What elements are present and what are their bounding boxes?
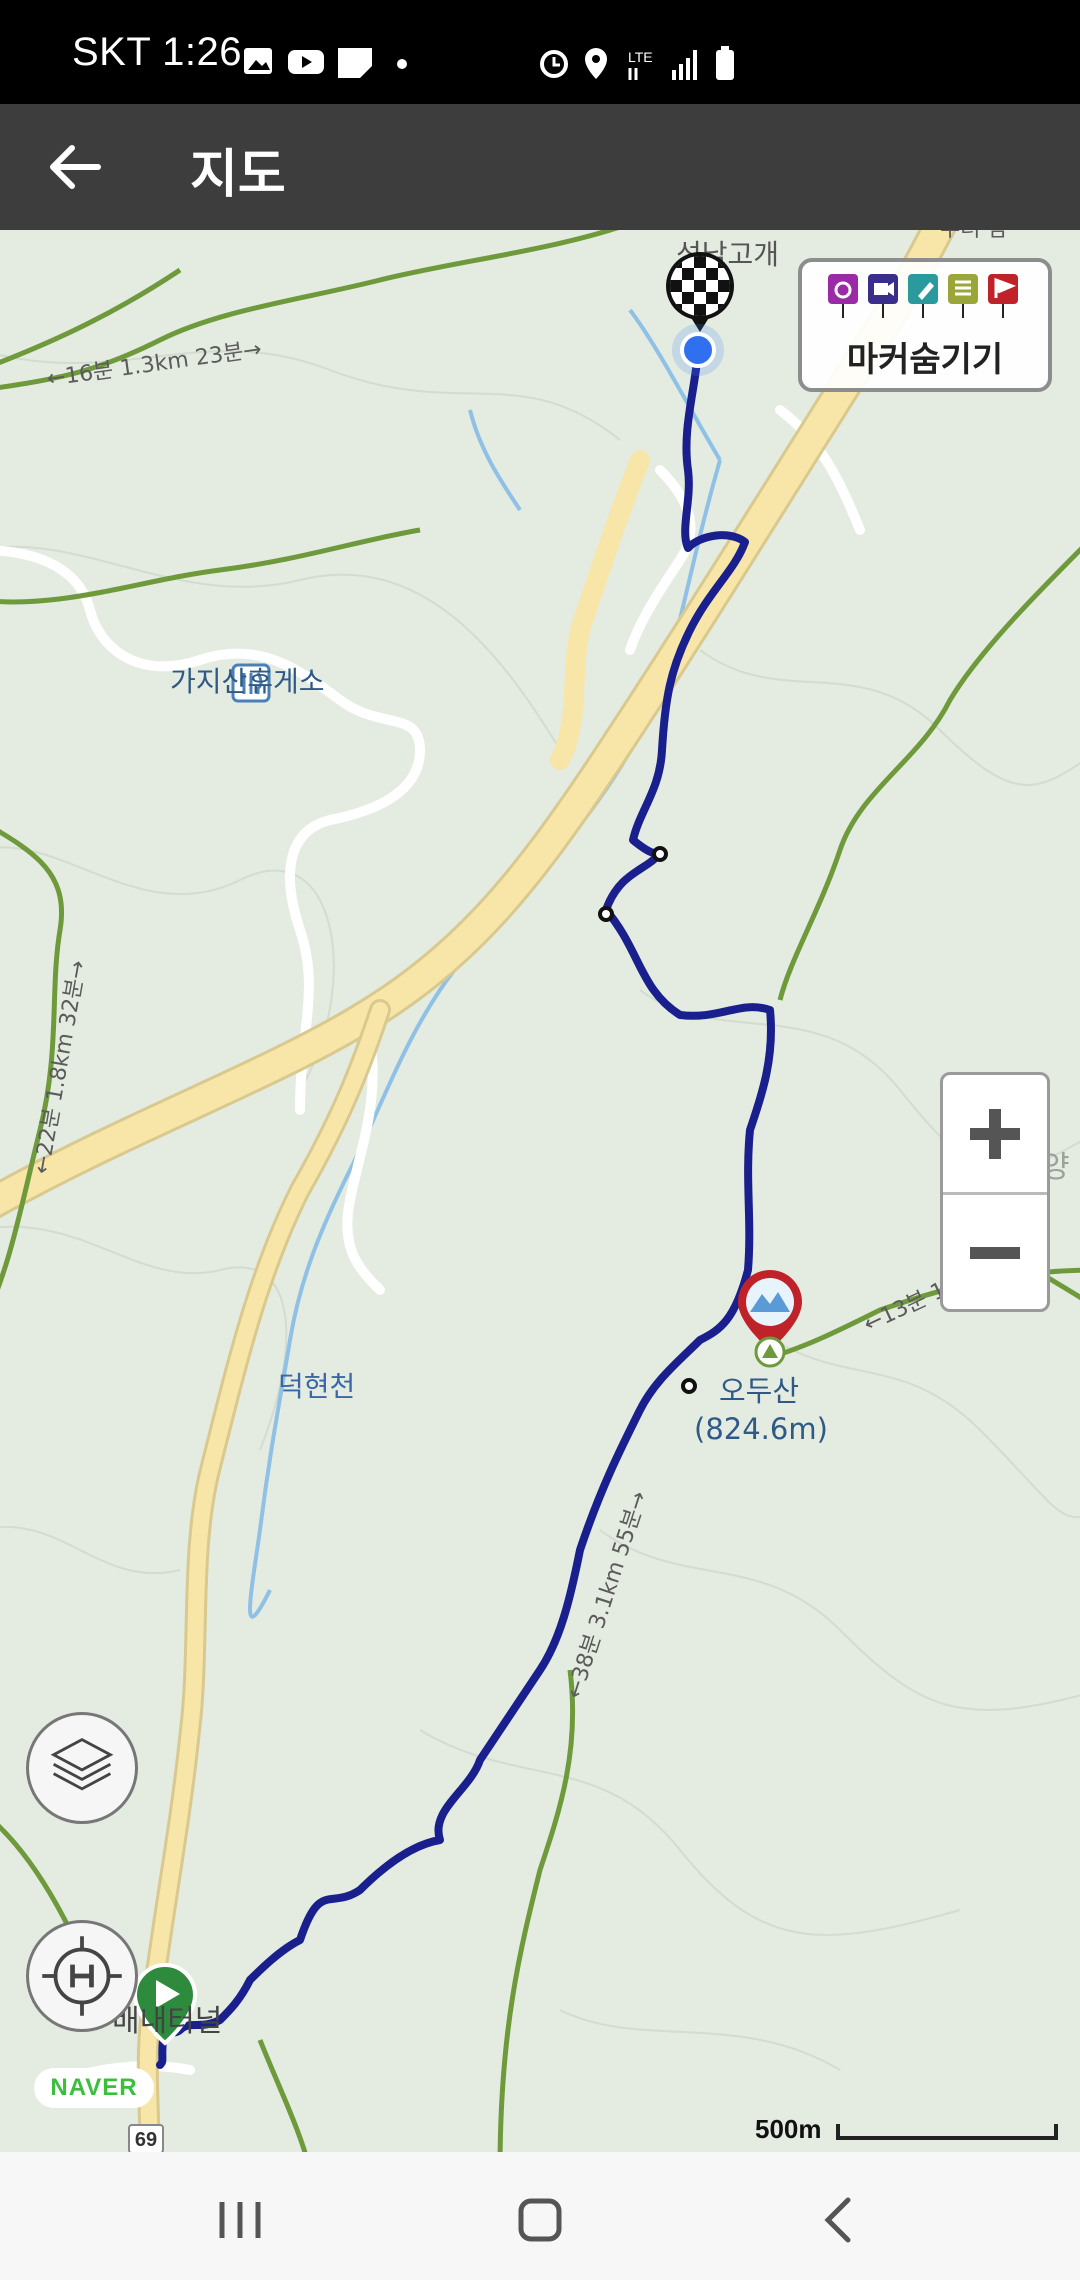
rest-area-label: 가지산휴게소 bbox=[170, 665, 325, 698]
back-arrow-button[interactable] bbox=[40, 132, 110, 202]
note-icon bbox=[338, 48, 372, 78]
trail-label-5: 부터 삼 bbox=[940, 230, 1008, 242]
nav-back-button[interactable] bbox=[800, 2180, 880, 2260]
gallery-icon bbox=[244, 48, 272, 74]
notification-icons bbox=[244, 48, 407, 78]
marker-hide-button[interactable]: 마커숨기기 bbox=[798, 258, 1052, 392]
page-title: 지도 bbox=[190, 145, 286, 205]
zoom-out-button[interactable] bbox=[943, 1195, 1047, 1312]
status-carrier-time: SKT 1:26 bbox=[72, 30, 243, 74]
lte-icon: LTE bbox=[628, 49, 653, 65]
map-view[interactable]: ←16분 1.3km 23분→ ←22분 1.8km 32분→ ←38분 3.1… bbox=[0, 230, 1080, 2152]
home-button[interactable] bbox=[500, 2180, 580, 2260]
crosshair-icon bbox=[42, 1936, 122, 2016]
zoom-in-button[interactable] bbox=[943, 1075, 1047, 1195]
peak-label: 오두산 (824.6m) bbox=[694, 1372, 828, 1448]
alarm-icon bbox=[540, 50, 568, 78]
video-icon bbox=[868, 274, 898, 318]
home-icon bbox=[518, 2198, 562, 2242]
system-nav-bar bbox=[0, 2152, 1080, 2280]
peak-elevation: (824.6m) bbox=[694, 1412, 828, 1446]
layers-icon bbox=[50, 1737, 114, 1791]
current-location-dot bbox=[672, 324, 724, 376]
map-scale-bar bbox=[836, 2124, 1058, 2140]
more-dot-icon bbox=[397, 59, 407, 69]
status-bar: SKT 1:26 LTE bbox=[0, 0, 1080, 104]
back-icon bbox=[824, 2197, 851, 2243]
app-bar: 지도 bbox=[0, 104, 1080, 230]
peak-name: 오두산 bbox=[718, 1374, 800, 1408]
zoom-control bbox=[940, 1072, 1050, 1312]
marker-category-icons bbox=[828, 274, 1018, 318]
memo-icon bbox=[908, 274, 938, 318]
locate-button[interactable] bbox=[26, 1920, 138, 2032]
stream-label: 덕현천 bbox=[278, 1370, 356, 1403]
recent-apps-icon bbox=[219, 2202, 261, 2238]
system-icons: LTE bbox=[540, 46, 734, 80]
layers-button[interactable] bbox=[26, 1712, 138, 1824]
marker-hide-label: 마커숨기기 bbox=[846, 340, 1004, 380]
data-arrows-icon bbox=[628, 68, 638, 80]
road-number-shield: 69 bbox=[128, 2124, 164, 2152]
location-icon bbox=[585, 48, 607, 79]
battery-icon bbox=[716, 46, 734, 80]
camera-icon bbox=[828, 274, 858, 318]
recent-apps-button[interactable] bbox=[200, 2180, 280, 2260]
naver-logo: NAVER bbox=[34, 2068, 154, 2108]
map-scale-label: 500m bbox=[755, 2114, 822, 2144]
map-canvas[interactable]: ←16분 1.3km 23분→ ←22분 1.8km 32분→ ←38분 3.1… bbox=[0, 230, 1080, 2152]
note-icon bbox=[948, 274, 978, 318]
signal-icon bbox=[672, 50, 697, 80]
youtube-icon bbox=[288, 50, 324, 74]
flag-icon bbox=[988, 274, 1018, 318]
